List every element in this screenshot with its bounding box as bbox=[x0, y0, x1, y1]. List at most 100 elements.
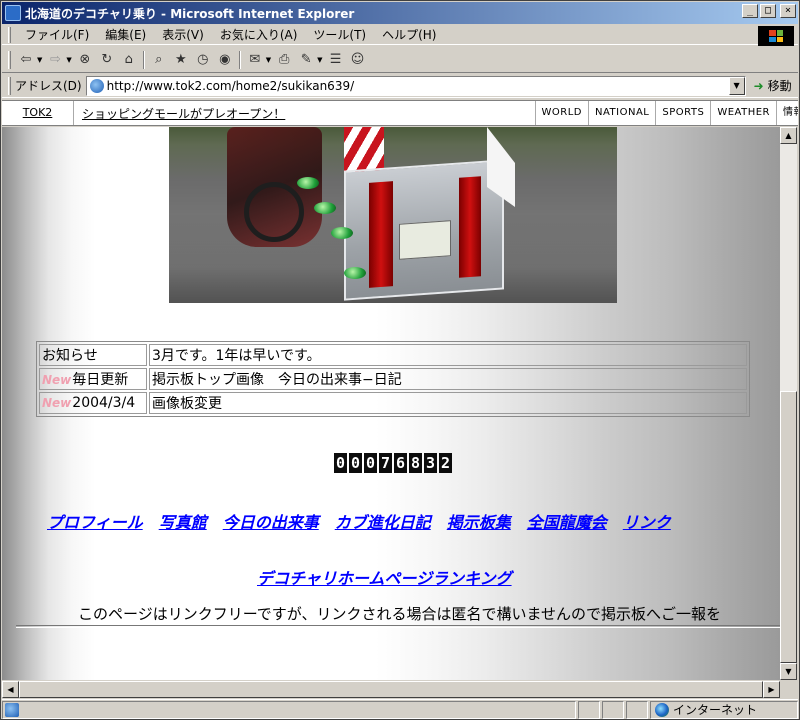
standard-toolbar: ⇦ ▼ ⇨ ▼ ⊗ ↻ ⌂ ⌕ ★ ◷ ◉ ✉ ▼ ⎙ ✎ ▼ ☰ ☺ bbox=[2, 47, 798, 73]
address-bar: アドレス(D) http://www.tok2.com/home2/sukika… bbox=[2, 74, 798, 98]
horizontal-scroll-thumb[interactable] bbox=[19, 681, 763, 698]
divider bbox=[16, 625, 780, 628]
menu-file[interactable]: ファイル(F) bbox=[17, 26, 97, 43]
go-arrow-icon: ➜ bbox=[753, 78, 764, 93]
counter-digit: 3 bbox=[424, 453, 437, 473]
security-zone: インターネット bbox=[650, 700, 798, 719]
search-icon[interactable]: ⌕ bbox=[149, 50, 169, 70]
tab-weather[interactable]: WEATHER bbox=[710, 101, 776, 125]
address-input[interactable]: http://www.tok2.com/home2/sukikan639/ ▼ bbox=[85, 75, 746, 96]
vertical-scrollbar[interactable]: ▲ ▼ bbox=[780, 127, 797, 680]
toolbar-grip[interactable] bbox=[8, 26, 11, 43]
scroll-right-icon[interactable]: ▶ bbox=[763, 681, 780, 698]
counter-digit: 0 bbox=[334, 453, 347, 473]
notice-label: New2004/3/4 bbox=[39, 392, 147, 414]
home-icon[interactable]: ⌂ bbox=[119, 50, 139, 70]
status-text bbox=[2, 700, 576, 719]
toolbar-grip[interactable] bbox=[8, 76, 11, 95]
media-icon[interactable]: ◉ bbox=[215, 50, 235, 70]
title-bar: 北海道のデコチャリ乗り - Microsoft Internet Explore… bbox=[2, 2, 798, 24]
page-done-icon bbox=[5, 702, 19, 717]
counter-digit: 0 bbox=[349, 453, 362, 473]
maximize-button[interactable]: □ bbox=[760, 4, 776, 18]
history-icon[interactable]: ◷ bbox=[193, 50, 213, 70]
forward-icon[interactable]: ⇨ bbox=[45, 50, 65, 70]
status-cell bbox=[578, 700, 600, 719]
tab-info[interactable]: 情報 bbox=[776, 101, 798, 125]
link-links[interactable]: リンク bbox=[623, 509, 671, 533]
status-cell bbox=[602, 700, 624, 719]
promo-link[interactable]: ショッピングモールがプレオープン！ bbox=[74, 105, 535, 122]
toolbar-separator bbox=[142, 50, 145, 69]
notice-label: お知らせ bbox=[39, 344, 147, 366]
close-button[interactable]: × bbox=[780, 4, 796, 18]
link-cub-diary[interactable]: カブ進化日記 bbox=[335, 509, 431, 533]
link-bbs[interactable]: 掲示板集 bbox=[447, 509, 511, 533]
toolbar-separator bbox=[238, 50, 241, 69]
horizontal-scrollbar[interactable]: ◀ ▶ bbox=[2, 681, 780, 698]
counter-digit: 0 bbox=[364, 453, 377, 473]
menu-bar: ファイル(F) 編集(E) 表示(V) お気に入り(A) ツール(T) ヘルプ(… bbox=[2, 25, 798, 46]
table-row: New2004/3/4 画像板変更 bbox=[39, 392, 747, 414]
toolbar-grip[interactable] bbox=[8, 50, 11, 69]
tok2-link[interactable]: TOK2 bbox=[2, 101, 74, 125]
mail-icon[interactable]: ✉ bbox=[245, 50, 265, 70]
mail-dropdown-icon[interactable]: ▼ bbox=[266, 56, 271, 64]
tab-sports[interactable]: SPORTS bbox=[655, 101, 710, 125]
menu-help[interactable]: ヘルプ(H) bbox=[374, 26, 444, 43]
link-photo-gallery[interactable]: 写真館 bbox=[159, 509, 207, 533]
counter-digit: 2 bbox=[439, 453, 452, 473]
messenger-icon[interactable]: ☺ bbox=[348, 50, 368, 70]
discuss-icon[interactable]: ☰ bbox=[326, 50, 346, 70]
ie-icon bbox=[5, 5, 21, 21]
edit-dropdown-icon[interactable]: ▼ bbox=[317, 56, 322, 64]
globe-icon bbox=[655, 702, 669, 717]
zone-label: インターネット bbox=[673, 703, 758, 717]
edit-icon[interactable]: ✎ bbox=[296, 50, 316, 70]
favorites-icon[interactable]: ★ bbox=[171, 50, 191, 70]
vertical-scroll-thumb[interactable] bbox=[780, 391, 797, 663]
notice-text: 掲示板トップ画像 今日の出来事−日記 bbox=[149, 368, 747, 390]
link-today[interactable]: 今日の出来事 bbox=[223, 509, 319, 533]
go-label: 移動 bbox=[767, 79, 792, 93]
ranking-link[interactable]: デコチャリホームページランキング bbox=[257, 569, 512, 588]
link-profile[interactable]: プロフィール bbox=[47, 509, 143, 533]
back-dropdown-icon[interactable]: ▼ bbox=[37, 56, 42, 64]
access-counter: 00076832 bbox=[334, 453, 452, 473]
table-row: New毎日更新 掲示板トップ画像 今日の出来事−日記 bbox=[39, 368, 747, 390]
tab-national[interactable]: NATIONAL bbox=[588, 101, 655, 125]
link-free-notice: このページはリンクフリーですが、リンクされる場合は匿名で構いませんので掲示板へご… bbox=[78, 605, 722, 623]
scroll-down-icon[interactable]: ▼ bbox=[780, 663, 797, 680]
address-dropdown-icon[interactable]: ▼ bbox=[728, 76, 745, 95]
notice-text: 3月です。1年は早いです。 bbox=[149, 344, 747, 366]
notice-text: 画像板変更 bbox=[149, 392, 747, 414]
counter-digit: 7 bbox=[379, 453, 392, 473]
minimize-button[interactable]: _ bbox=[742, 4, 758, 18]
print-icon[interactable]: ⎙ bbox=[274, 50, 294, 70]
status-bar: インターネット bbox=[2, 699, 798, 719]
stop-icon[interactable]: ⊗ bbox=[75, 50, 95, 70]
menu-tools[interactable]: ツール(T) bbox=[305, 26, 374, 43]
menu-view[interactable]: 表示(V) bbox=[154, 26, 212, 43]
tab-world[interactable]: WORLD bbox=[534, 101, 588, 125]
address-label: アドレス(D) bbox=[15, 79, 82, 93]
refresh-icon[interactable]: ↻ bbox=[97, 50, 117, 70]
site-nav-links: プロフィール 写真館 今日の出来事 カブ進化日記 掲示板集 全国龍魔会 リンク bbox=[47, 509, 671, 533]
address-url[interactable]: http://www.tok2.com/home2/sukikan639/ bbox=[107, 79, 355, 93]
back-icon[interactable]: ⇦ bbox=[16, 50, 36, 70]
menu-favorites[interactable]: お気に入り(A) bbox=[212, 26, 306, 43]
counter-digit: 6 bbox=[394, 453, 407, 473]
link-ryumakai[interactable]: 全国龍魔会 bbox=[527, 509, 607, 533]
counter-digit: 8 bbox=[409, 453, 422, 473]
windows-logo-icon bbox=[758, 26, 794, 46]
new-badge: New bbox=[42, 396, 72, 410]
notice-label: New毎日更新 bbox=[39, 368, 147, 390]
go-button[interactable]: ➜ 移動 bbox=[754, 77, 792, 94]
page-icon bbox=[89, 78, 104, 93]
menu-edit[interactable]: 編集(E) bbox=[97, 26, 154, 43]
ranking: デコチャリホームページランキング bbox=[257, 565, 512, 589]
scroll-up-icon[interactable]: ▲ bbox=[780, 127, 797, 144]
forward-dropdown-icon[interactable]: ▼ bbox=[66, 56, 71, 64]
browser-window: 北海道のデコチャリ乗り - Microsoft Internet Explore… bbox=[0, 0, 800, 720]
scroll-left-icon[interactable]: ◀ bbox=[2, 681, 19, 698]
